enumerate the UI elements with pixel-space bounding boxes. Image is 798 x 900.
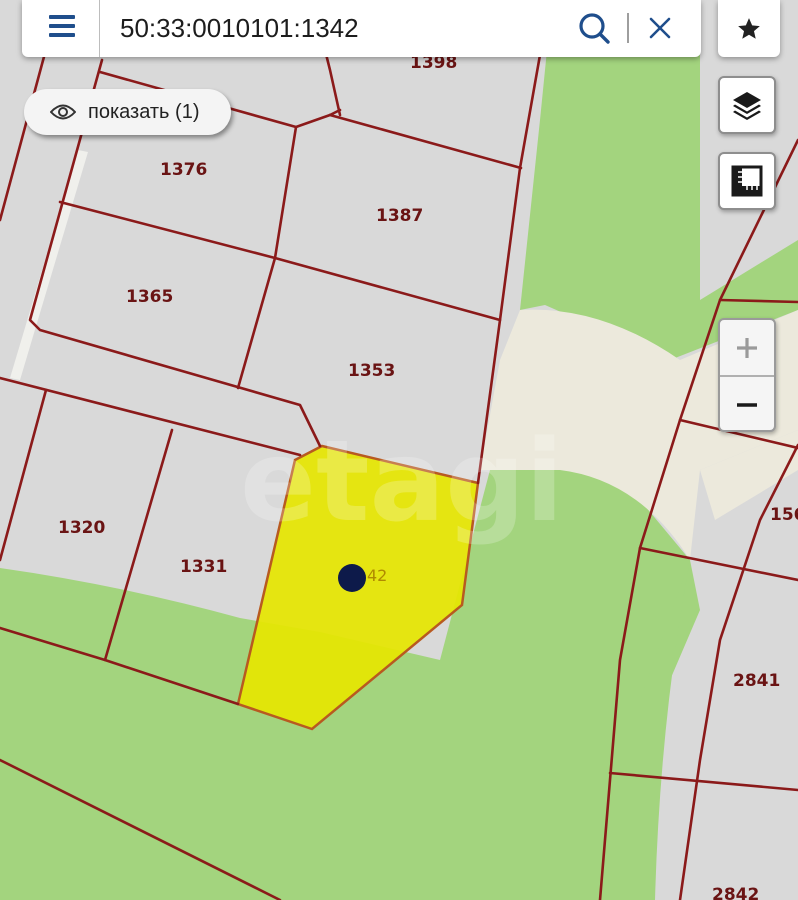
show-results-label: показать (1): [88, 100, 200, 123]
ruler-icon: [731, 165, 763, 197]
plot-label-2841: 2841: [733, 671, 780, 691]
plus-icon: [737, 337, 757, 358]
search-divider: [99, 0, 100, 57]
star-icon: [738, 17, 760, 39]
menu-button[interactable]: [22, 0, 100, 57]
search-input[interactable]: [120, 8, 560, 48]
show-results-button[interactable]: показать (1): [24, 89, 231, 135]
layers-button[interactable]: [718, 76, 776, 134]
menu-icon: [49, 15, 75, 42]
close-icon[interactable]: [645, 13, 675, 43]
measure-button[interactable]: [718, 152, 776, 210]
zoom-controls: [718, 318, 776, 432]
location-marker[interactable]: [338, 564, 366, 592]
plot-label-1376: 1376: [160, 160, 207, 180]
eye-icon: [50, 104, 76, 120]
minus-icon: [737, 402, 757, 407]
search-icon[interactable]: [577, 11, 611, 45]
cadastral-map[interactable]: etagi 1398 1376 1387 1365 1353 1320 1331…: [0, 0, 798, 900]
plot-label-1365: 1365: [126, 287, 173, 307]
plot-label-1331: 1331: [180, 557, 227, 577]
plot-label-1353: 1353: [348, 361, 395, 381]
plot-label-2842: 2842: [712, 885, 759, 900]
favorite-button[interactable]: [718, 0, 780, 57]
zoom-out-button[interactable]: [720, 377, 774, 430]
watermark: etagi: [240, 417, 564, 547]
search-bar: [22, 0, 701, 57]
plot-label-1387: 1387: [376, 206, 423, 226]
search-separator: [627, 13, 629, 43]
selected-parcel-label: 42: [367, 566, 387, 585]
plot-label-1320: 1320: [58, 518, 105, 538]
layers-icon: [733, 92, 761, 120]
zoom-in-button[interactable]: [720, 320, 774, 377]
plot-label-156: 156: [770, 505, 798, 525]
